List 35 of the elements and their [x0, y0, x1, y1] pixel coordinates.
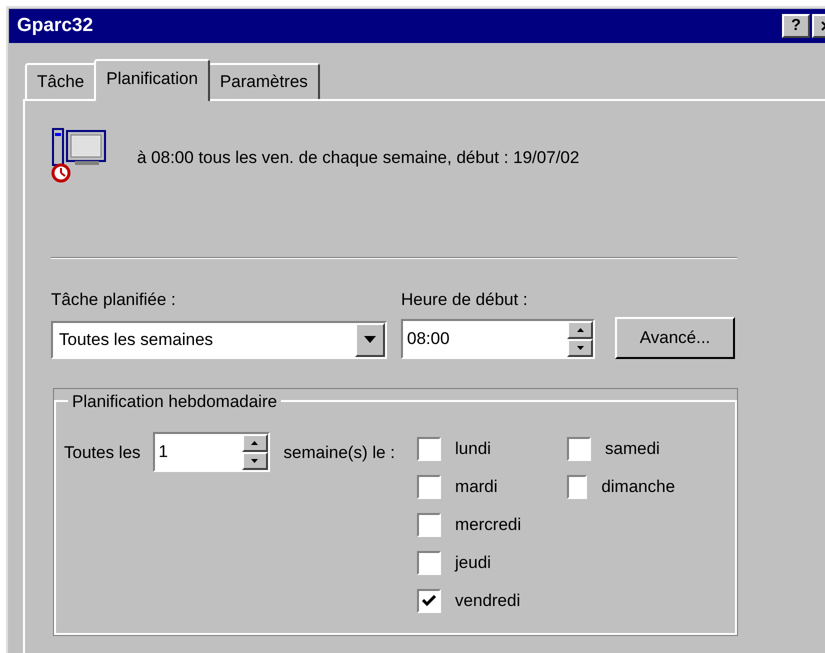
checkmark-icon [422, 595, 436, 607]
schedule-dropdown[interactable]: Toutes les semaines [51, 320, 387, 358]
field-label: Heure de début : [401, 289, 529, 311]
checkbox[interactable] [567, 437, 592, 461]
checkbox-label[interactable]: dimanche [601, 474, 676, 500]
checkbox[interactable] [567, 475, 588, 499]
checkbox[interactable] [417, 437, 442, 461]
checkbox[interactable] [417, 475, 442, 499]
window-title: Gparc32 [17, 14, 94, 38]
spin-down-icon[interactable] [567, 338, 593, 356]
tab[interactable]: Tâche [25, 63, 96, 99]
advanced-button[interactable]: Avancé... [615, 316, 735, 358]
time-spinner[interactable]: 08:00 [401, 318, 595, 358]
schedule-summary: à 08:00 tous les ven. de chaque semaine, début : 19/07/02 [137, 147, 580, 169]
checkbox-label[interactable]: lundi [455, 436, 491, 462]
checkbox-label[interactable]: samedi [605, 436, 660, 462]
spin-up-icon[interactable] [242, 434, 268, 452]
tab[interactable]: Paramètres [208, 63, 320, 99]
weeks-spinner[interactable]: 1 [152, 432, 270, 472]
computer-clock-icon [51, 127, 107, 183]
spin-down-icon[interactable] [242, 452, 268, 470]
tab[interactable]: Planification [94, 59, 210, 101]
field-label: Toutes les [64, 442, 141, 464]
field-label: semaine(s) le : [284, 442, 396, 464]
field-label: Tâche planifiée : [51, 289, 177, 311]
help-button[interactable]: ? [782, 14, 810, 38]
spin-up-icon[interactable] [567, 320, 593, 338]
group-title: Planification hebdomadaire [71, 390, 278, 412]
checkbox[interactable] [417, 589, 442, 613]
checkbox-label[interactable]: vendredi [455, 588, 520, 614]
checkbox[interactable] [417, 551, 442, 575]
checkbox-label[interactable]: mercredi [455, 512, 522, 538]
checkbox-label[interactable]: mardi [455, 474, 498, 500]
checkbox[interactable] [417, 513, 442, 537]
checkbox-label[interactable]: jeudi [455, 550, 491, 576]
